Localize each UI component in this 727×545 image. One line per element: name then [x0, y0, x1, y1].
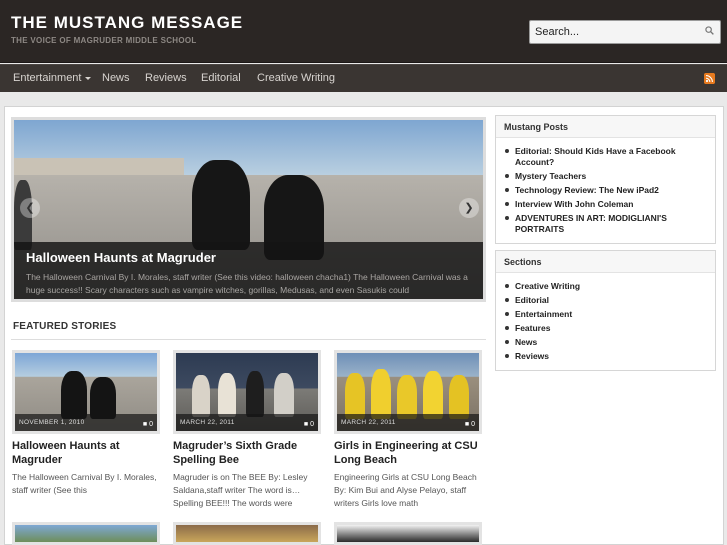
rss-icon[interactable] [704, 73, 715, 84]
widget-mustang-posts: Mustang Posts Editorial: Should Kids Hav… [495, 115, 716, 244]
thumb-figure [246, 371, 264, 417]
featured-heading: FEATURED STORIES [13, 321, 117, 332]
nav-item-creative-writing[interactable]: Creative Writing [257, 72, 335, 84]
search-input[interactable] [530, 21, 700, 43]
nav-item-reviews[interactable]: Reviews [145, 72, 187, 84]
story-excerpt: Magruder is on The BEE By: Lesley Saldan… [173, 472, 308, 508]
search-box [529, 20, 721, 44]
widget-sections: Sections Creative Writing Editorial Ente… [495, 250, 716, 371]
section-link[interactable]: Entertainment [504, 308, 707, 322]
thumb-figure [61, 371, 87, 419]
story-card: MARCH 22, 2011 ■ 0 Girls in Engineering … [334, 350, 482, 510]
story-card: MARCH 22, 2011 ■ 0 Magruder’s Sixth Grad… [173, 350, 321, 510]
featured-slider[interactable]: ❮ ❯ Halloween Haunts at Magruder The Hal… [11, 117, 486, 302]
section-link[interactable]: Features [504, 322, 707, 336]
arrow-left-icon[interactable]: ❮ [20, 198, 40, 218]
section-link[interactable]: Editorial [504, 294, 707, 308]
comment-count-label: 0 [149, 421, 153, 428]
story-title[interactable]: Halloween Haunts at Magruder [12, 439, 160, 467]
slider-excerpt: The Halloween Carnival By I. Morales, st… [26, 272, 468, 295]
story-excerpt: Engineering Girls at CSU Long Beach By: … [334, 472, 477, 508]
story-title[interactable]: Girls in Engineering at CSU Long Beach [334, 439, 482, 467]
post-link[interactable]: Mystery Teachers [504, 170, 707, 184]
comment-icon: ■ [464, 421, 470, 428]
nav-item-entertainment[interactable]: Entertainment [13, 72, 92, 84]
nav-item-label: Entertainment [13, 72, 82, 84]
story-date: MARCH 22, 2011 [176, 414, 318, 431]
thumb-figure [345, 373, 365, 419]
post-list: Editorial: Should Kids Have a Facebook A… [496, 138, 715, 243]
post-link[interactable]: Editorial: Should Kids Have a Facebook A… [504, 145, 707, 170]
site-tagline: THE VOICE OF MAGRUDER MIDDLE SCHOOL [11, 36, 197, 45]
nav-item-news[interactable]: News [102, 72, 130, 84]
slide-person [192, 160, 250, 250]
thumb-figure [192, 375, 210, 417]
chevron-down-icon [85, 76, 92, 80]
story-date: NOVEMBER 1, 2010 [15, 414, 157, 431]
main-nav: Entertainment News Reviews Editorial Cre… [0, 64, 727, 92]
section-link[interactable]: Reviews [504, 350, 707, 364]
widget-title: Sections [496, 251, 715, 273]
nav-item-editorial[interactable]: Editorial [201, 72, 241, 84]
thumb-figure [423, 371, 443, 419]
story-thumbnail[interactable]: MARCH 22, 2011 ■ 0 [334, 350, 482, 434]
comment-icon: ■ [303, 421, 309, 428]
story-excerpt: The Halloween Carnival By I. Morales, st… [12, 472, 157, 495]
thumb-figure [90, 377, 116, 419]
comment-count[interactable]: ■ 0 [143, 421, 153, 428]
section-list: Creative Writing Editorial Entertainment… [496, 273, 715, 370]
story-thumbnail[interactable] [334, 522, 482, 545]
story-thumbnail[interactable] [173, 522, 321, 545]
thumb-figure [371, 369, 391, 419]
story-date: MARCH 22, 2011 [337, 414, 479, 431]
divider [11, 339, 486, 340]
thumb-figure [274, 373, 294, 417]
story-title[interactable]: Magruder’s Sixth Grade Spelling Bee [173, 439, 321, 467]
search-icon[interactable] [705, 26, 714, 35]
section-link[interactable]: News [504, 336, 707, 350]
post-link[interactable]: Technology Review: The New iPad2 [504, 184, 707, 198]
thumb-figure [218, 373, 236, 417]
slider-title[interactable]: Halloween Haunts at Magruder [26, 250, 216, 265]
story-thumbnail[interactable] [12, 522, 160, 545]
story-thumbnail[interactable]: MARCH 22, 2011 ■ 0 [173, 350, 321, 434]
story-card: NOVEMBER 1, 2010 ■ 0 Halloween Haunts at… [12, 350, 160, 510]
section-link[interactable]: Creative Writing [504, 280, 707, 294]
arrow-right-icon[interactable]: ❯ [459, 198, 479, 218]
site-header: THE MUSTANG MESSAGE THE VOICE OF MAGRUDE… [0, 0, 727, 63]
thumb-figure [397, 375, 417, 419]
comment-count[interactable]: ■ 0 [465, 421, 475, 428]
widget-title: Mustang Posts [496, 116, 715, 138]
story-thumbnail[interactable]: NOVEMBER 1, 2010 ■ 0 [12, 350, 160, 434]
site-title[interactable]: THE MUSTANG MESSAGE [11, 13, 243, 33]
comment-icon: ■ [142, 421, 148, 428]
comment-count-label: 0 [471, 421, 475, 428]
thumb-figure [449, 375, 469, 419]
post-link[interactable]: Interview With John Coleman [504, 198, 707, 212]
comment-count-label: 0 [310, 421, 314, 428]
comment-count[interactable]: ■ 0 [304, 421, 314, 428]
post-link[interactable]: ADVENTURES IN ART: MODIGLIANI'S PORTRAIT… [504, 212, 707, 237]
slider-caption: Halloween Haunts at Magruder The Hallowe… [14, 242, 483, 299]
